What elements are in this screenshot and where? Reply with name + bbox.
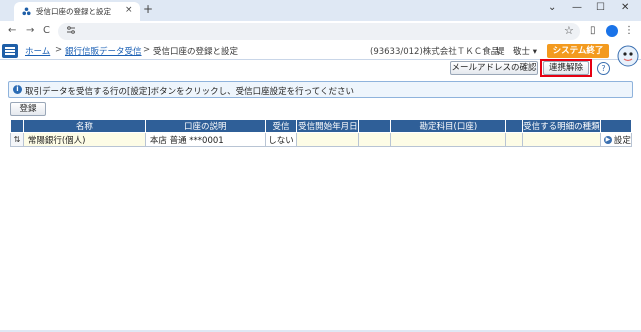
hamburger-menu-icon[interactable] bbox=[2, 44, 18, 58]
reload-icon[interactable]: C bbox=[43, 25, 50, 36]
bookmark-star-icon[interactable]: ☆ bbox=[564, 24, 574, 37]
user-menu-chevron-icon: ▾ bbox=[532, 47, 537, 57]
profile-avatar[interactable] bbox=[606, 25, 618, 37]
system-exit-button[interactable]: システム終了 bbox=[547, 44, 609, 58]
column-header-blank bbox=[505, 119, 523, 133]
mail-confirm-button[interactable]: メールアドレスの確認 bbox=[450, 61, 538, 75]
column-header-detail-type: 受信する明細の種類 bbox=[521, 119, 601, 133]
cell-detail-type bbox=[521, 132, 601, 147]
cell-start-date bbox=[296, 132, 360, 147]
site-settings-icon[interactable] bbox=[66, 25, 76, 35]
info-icon: i bbox=[13, 85, 22, 94]
browser-toolbar: ← → C ☆ ▯ ⋮ bbox=[0, 21, 641, 42]
breadcrumb-current: 受信口座の登録と設定 bbox=[153, 47, 239, 57]
tab-close-icon[interactable]: × bbox=[125, 5, 133, 15]
sort-handle-icon: ⇅ bbox=[13, 134, 21, 144]
window-close-icon[interactable]: ✕ bbox=[621, 2, 629, 13]
new-tab-icon[interactable]: + bbox=[143, 2, 153, 17]
table-row: ⇅ 常陽銀行(個人) 本店 普通 ***0001 しない ▶ 設定 bbox=[10, 132, 633, 147]
column-header-description: 口座の説明 bbox=[144, 119, 266, 133]
maximize-icon[interactable]: ☐ bbox=[596, 2, 605, 13]
tab-search-icon[interactable]: ⌄ bbox=[548, 2, 556, 13]
tkc-favicon-icon bbox=[22, 7, 31, 16]
browser-tab[interactable]: 受信口座の登録と設定 × bbox=[14, 2, 140, 21]
column-header-blank bbox=[358, 119, 392, 133]
breadcrumb-bank-data[interactable]: 銀行信販データ受信 bbox=[65, 45, 142, 57]
column-header-start-date: 受信開始年月日 bbox=[296, 119, 360, 133]
back-icon[interactable]: ← bbox=[8, 25, 16, 36]
table-header-row: 名称 口座の説明 受信 受信開始年月日 勘定科目(口座) 受信する明細の種類 bbox=[10, 119, 633, 133]
settings-button-label: 設定 bbox=[613, 135, 631, 146]
account-table: 名称 口座の説明 受信 受信開始年月日 勘定科目(口座) 受信する明細の種類 ⇅… bbox=[10, 119, 633, 147]
app-header: ホーム > 銀行信販データ受信 > 受信口座の登録と設定 (93633/012)… bbox=[0, 42, 641, 60]
breadcrumb-separator: > bbox=[143, 45, 151, 55]
cell-blank bbox=[505, 132, 523, 147]
cell-name: 常陽銀行(個人) bbox=[22, 132, 146, 147]
row-drag-handle[interactable]: ⇅ bbox=[10, 132, 24, 147]
minimize-icon[interactable]: — bbox=[572, 2, 582, 13]
sidepanel-icon[interactable]: ▯ bbox=[590, 25, 596, 36]
column-header-handle bbox=[10, 119, 24, 133]
user-name-label: 堤 敬士 bbox=[496, 47, 531, 57]
browser-menu-icon[interactable]: ⋮ bbox=[624, 25, 634, 36]
breadcrumb-home[interactable]: ホーム bbox=[25, 45, 50, 57]
breadcrumb-separator: > bbox=[55, 45, 63, 55]
highlight-box bbox=[540, 59, 592, 77]
cell-account bbox=[390, 132, 507, 147]
column-header-name: 名称 bbox=[22, 119, 146, 133]
register-button[interactable]: 登録 bbox=[10, 102, 46, 116]
browser-tabstrip: 受信口座の登録と設定 × + ⌄ — ☐ ✕ bbox=[0, 0, 641, 21]
column-header-receive: 受信 bbox=[264, 119, 298, 133]
company-name: (93633/012)株式会社ＴＫＣ食品 bbox=[370, 47, 500, 57]
info-message-box: i 取引データを受信する行の[設定]ボタンをクリックし、受信口座設定を行ってくだ… bbox=[8, 81, 633, 98]
play-circle-icon: ▶ bbox=[603, 136, 612, 144]
settings-button[interactable]: ▶ 設定 bbox=[599, 132, 633, 147]
forward-icon[interactable]: → bbox=[26, 25, 34, 36]
info-message-text: 取引データを受信する行の[設定]ボタンをクリックし、受信口座設定を行ってください bbox=[25, 87, 354, 97]
column-header-action bbox=[599, 119, 633, 133]
cell-blank bbox=[358, 132, 392, 147]
help-icon[interactable]: ? bbox=[597, 62, 610, 75]
cell-receive: しない bbox=[264, 132, 298, 147]
tab-title: 受信口座の登録と設定 bbox=[36, 7, 111, 16]
column-header-account: 勘定科目(口座) bbox=[390, 119, 507, 133]
address-bar[interactable]: ☆ bbox=[58, 23, 580, 40]
cell-description: 本店 普通 ***0001 bbox=[144, 132, 266, 147]
user-name[interactable]: 堤 敬士 ▾ bbox=[496, 45, 537, 57]
assistant-mascot-icon[interactable] bbox=[617, 44, 639, 68]
